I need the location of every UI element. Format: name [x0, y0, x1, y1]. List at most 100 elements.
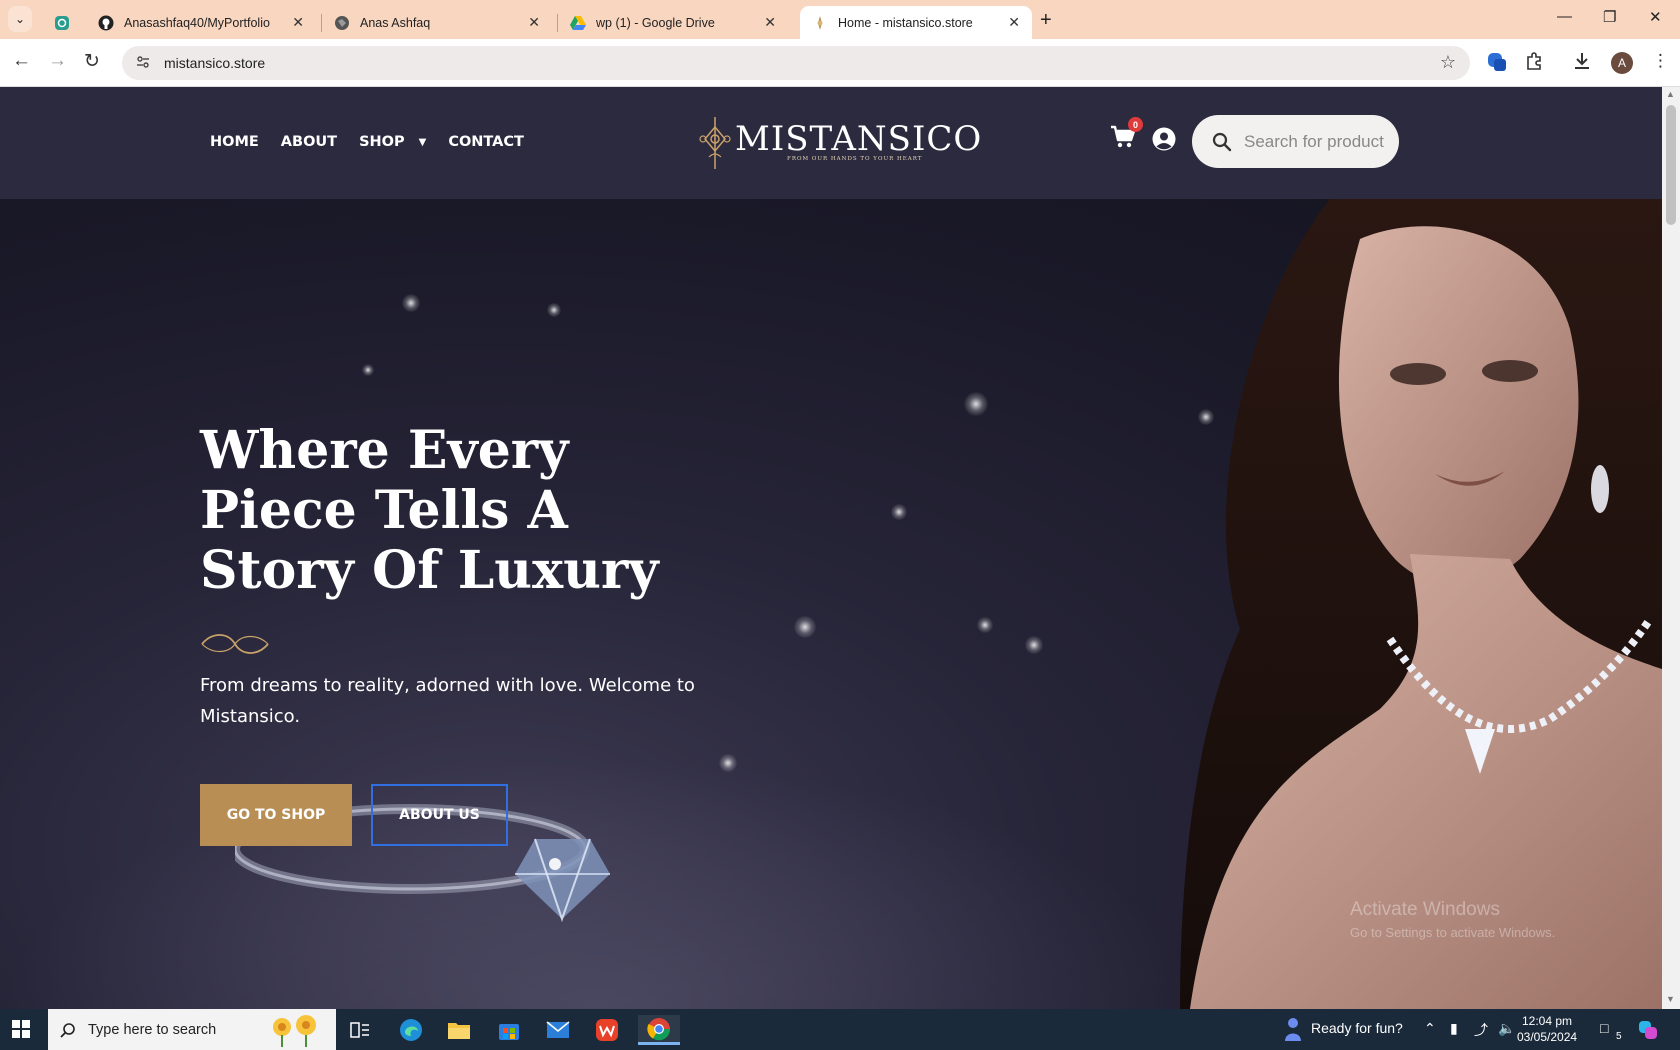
- caret-down-icon: ▼: [418, 136, 427, 148]
- minimize-window-icon[interactable]: —: [1557, 8, 1572, 25]
- google-drive-icon: [570, 15, 586, 31]
- close-window-icon[interactable]: ✕: [1649, 8, 1662, 26]
- logo-wordmark: MISTANSICO: [735, 119, 983, 159]
- browser-menu-kebab-icon[interactable]: ⋮: [1652, 51, 1669, 71]
- bokeh-sparkle: [719, 754, 737, 772]
- browser-tab-strip: ⌄ Anasashfaq40/MyPortfolio ✕ Anas Ashfaq…: [0, 0, 1680, 39]
- decorative-flourish-icon: [201, 634, 269, 654]
- mail-icon[interactable]: [541, 1015, 575, 1045]
- extensions-puzzle-icon[interactable]: [1524, 51, 1544, 76]
- download-icon[interactable]: [1572, 51, 1592, 76]
- battery-icon[interactable]: ▮: [1450, 1020, 1458, 1037]
- restore-window-icon[interactable]: ❐: [1603, 8, 1616, 26]
- bokeh-sparkle: [977, 617, 993, 633]
- system-clock[interactable]: 12:04 pm 03/05/2024: [1517, 1013, 1577, 1045]
- main-navigation: HOME ABOUT SHOP ▼ CONTACT: [210, 134, 524, 150]
- bokeh-sparkle: [547, 303, 561, 317]
- chrome-taskbar-icon[interactable]: [638, 1015, 680, 1045]
- tab-title: Home - mistansico.store: [838, 15, 973, 30]
- scrollbar-thumb[interactable]: [1666, 105, 1676, 225]
- forward-arrow-icon[interactable]: →: [48, 50, 67, 72]
- globe-icon: [334, 15, 350, 31]
- search-icon: [1212, 132, 1232, 151]
- site-logo[interactable]: MISTANSICO FROM OUR HANDS TO YOUR HEART: [695, 115, 981, 171]
- hero-subtitle: From dreams to reality, adorned with lov…: [200, 675, 695, 727]
- profile-avatar[interactable]: A: [1611, 52, 1633, 74]
- tray-chevron-up-icon[interactable]: ⌃: [1424, 1020, 1436, 1037]
- edge-browser-icon[interactable]: [394, 1015, 428, 1045]
- hero-section: Where Every Piece Tells A Story Of Luxur…: [0, 199, 1662, 1009]
- bokeh-sparkle: [794, 616, 816, 638]
- github-icon: [98, 15, 114, 31]
- tab-title: wp (1) - Google Drive: [596, 15, 715, 30]
- windows-taskbar: Type here to search Ready for fun? ⌃ ▮ ⤴…: [0, 1009, 1680, 1050]
- task-view-icon[interactable]: [343, 1015, 377, 1045]
- taskbar-search-icon: [60, 1022, 75, 1038]
- nav-about[interactable]: ABOUT: [281, 134, 337, 150]
- copilot-taskbar-icon[interactable]: [1638, 1020, 1658, 1043]
- notification-count: 5: [1616, 1031, 1622, 1042]
- nav-home[interactable]: HOME: [210, 134, 259, 150]
- browser-toolbar: ← → ↻ mistansico.store ☆ A ⋮: [0, 39, 1680, 87]
- weather-widget-text[interactable]: Ready for fun?: [1311, 1020, 1403, 1036]
- close-tab-icon[interactable]: ✕: [1008, 14, 1020, 31]
- tab-mistansico-active[interactable]: Home - mistansico.store ✕: [800, 6, 1032, 39]
- copilot-extension-icon[interactable]: [1486, 51, 1508, 78]
- activate-windows-watermark: Activate Windows Go to Settings to activ…: [1350, 899, 1555, 940]
- nav-contact[interactable]: CONTACT: [448, 134, 524, 150]
- microsoft-store-icon[interactable]: [492, 1015, 526, 1045]
- watermark-line-2: Go to Settings to activate Windows.: [1350, 925, 1556, 940]
- volume-muted-icon[interactable]: 🔈: [1498, 1020, 1515, 1037]
- tab-google-drive[interactable]: wp (1) - Google Drive ✕: [558, 6, 788, 39]
- account-button[interactable]: [1152, 127, 1176, 156]
- product-search-input[interactable]: [1244, 131, 1384, 152]
- bokeh-sparkle: [362, 364, 374, 376]
- tab-github[interactable]: Anasashfaq40/MyPortfolio ✕: [86, 6, 316, 39]
- scroll-down-arrow-icon[interactable]: ▼: [1666, 994, 1675, 1004]
- weather-widget-icon[interactable]: [1280, 1016, 1306, 1045]
- notification-center-icon[interactable]: □: [1600, 1020, 1608, 1036]
- bokeh-sparkle: [402, 294, 420, 312]
- tab-anas-ashfaq[interactable]: Anas Ashfaq ✕: [322, 6, 552, 39]
- new-tab-plus-icon[interactable]: +: [1040, 9, 1052, 32]
- clock-time: 12:04 pm: [1522, 1014, 1573, 1028]
- page-scrollbar[interactable]: ▲ ▼: [1662, 87, 1680, 1009]
- cart-button[interactable]: 0: [1110, 117, 1143, 154]
- watermark-line-1: Activate Windows: [1350, 899, 1500, 920]
- site-info-icon[interactable]: [132, 55, 154, 72]
- address-bar[interactable]: mistansico.store ☆: [122, 46, 1470, 80]
- product-search-field[interactable]: [1192, 115, 1399, 168]
- close-tab-icon[interactable]: ✕: [764, 14, 776, 31]
- hero-heading: Where Every Piece Tells A Story Of Luxur…: [200, 420, 659, 601]
- wifi-icon[interactable]: ⤴: [1474, 1020, 1488, 1040]
- taskbar-search-box[interactable]: Type here to search: [48, 1009, 336, 1050]
- nav-shop[interactable]: SHOP ▼: [359, 134, 426, 150]
- close-tab-icon[interactable]: ✕: [528, 14, 540, 31]
- url-text[interactable]: mistansico.store: [164, 55, 265, 71]
- wps-office-icon[interactable]: [590, 1015, 624, 1045]
- scroll-up-arrow-icon[interactable]: ▲: [1666, 89, 1675, 99]
- bookmark-star-icon[interactable]: ☆: [1440, 52, 1456, 73]
- tab-search-chevron-icon[interactable]: ⌄: [8, 6, 32, 32]
- reload-icon[interactable]: ↻: [84, 50, 100, 73]
- go-to-shop-button[interactable]: GO TO SHOP: [200, 784, 352, 846]
- bokeh-sparkle: [1025, 636, 1043, 654]
- clock-date: 03/05/2024: [1517, 1030, 1578, 1044]
- bokeh-sparkle: [891, 504, 907, 520]
- bokeh-sparkle: [964, 392, 988, 416]
- about-us-button[interactable]: ABOUT US: [371, 784, 508, 846]
- file-explorer-icon[interactable]: [442, 1015, 476, 1045]
- tab-title: Anas Ashfaq: [360, 15, 431, 30]
- cart-count-badge: 0: [1128, 117, 1143, 132]
- logo-ornament-icon: [699, 117, 731, 169]
- page-viewport: HOME ABOUT SHOP ▼ CONTACT MISTANSICO FRO…: [0, 87, 1662, 1009]
- tab-title: Anasashfaq40/MyPortfolio: [124, 15, 270, 30]
- taskbar-search-placeholder: Type here to search: [88, 1021, 217, 1038]
- back-arrow-icon[interactable]: ←: [12, 50, 31, 72]
- site-header: HOME ABOUT SHOP ▼ CONTACT MISTANSICO FRO…: [0, 87, 1662, 199]
- chatgpt-icon: [54, 15, 70, 31]
- tab-chatgpt[interactable]: [42, 6, 78, 39]
- close-tab-icon[interactable]: ✕: [292, 14, 304, 31]
- windows-start-icon[interactable]: [12, 1020, 30, 1043]
- site-icon: [812, 15, 828, 31]
